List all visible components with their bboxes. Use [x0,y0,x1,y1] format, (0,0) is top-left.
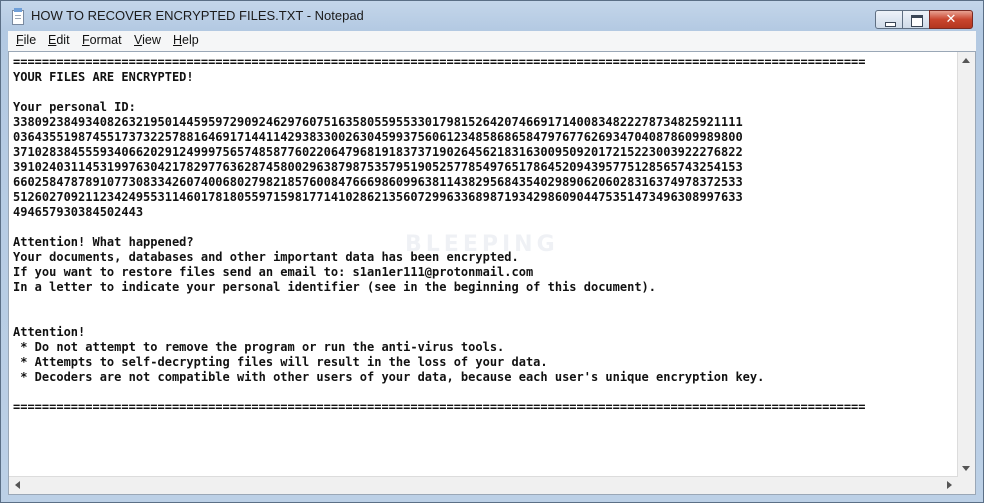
menu-format[interactable]: Format [82,33,122,47]
document-text: ========================================… [13,55,957,415]
text-line: YOUR FILES ARE ENCRYPTED! [13,70,194,84]
notepad-window: HOW TO RECOVER ENCRYPTED FILES.TXT - Not… [0,0,984,503]
minimize-icon [885,22,896,27]
text-line: Your personal ID: [13,100,136,114]
text-line: Attention! What happened? [13,235,194,249]
scroll-left-arrow-icon[interactable] [15,481,20,489]
text-editor[interactable]: ========================================… [8,51,976,495]
maximize-icon [911,15,923,27]
text-line: Your documents, databases and other impo… [13,250,519,264]
text-line: 0364355198745517373225788164691714411429… [13,130,743,144]
scrollbar-corner [958,477,975,494]
notepad-icon[interactable] [12,8,24,25]
close-button[interactable]: ✕ [929,10,973,29]
maximize-button[interactable] [902,10,930,29]
text-line: 3380923849340826321950144595972909246297… [13,115,743,129]
text-line: 5126027092112342495531146017818055971598… [13,190,743,204]
text-line: * Do not attempt to remove the program o… [13,340,505,354]
text-line: Attention! [13,325,86,339]
text-line: 3710283845559340662029124999756574858776… [13,145,743,159]
text-line: 3910240311453199763042178297763628745800… [13,160,743,174]
text-line: In a letter to indicate your personal id… [13,280,656,294]
close-icon: ✕ [945,12,957,27]
text-line: 6602584787891077308334260740068027982185… [13,175,743,189]
scroll-down-arrow-icon[interactable] [962,466,970,471]
text-line: 494657930384502443 [13,205,144,219]
title-bar[interactable]: HOW TO RECOVER ENCRYPTED FILES.TXT - Not… [1,1,983,31]
text-line: ========================================… [13,55,866,69]
menu-edit[interactable]: Edit [48,33,70,47]
scroll-right-arrow-icon[interactable] [947,481,952,489]
menu-view[interactable]: View [134,33,161,47]
horizontal-scrollbar[interactable] [9,476,958,494]
minimize-button[interactable] [875,10,903,29]
text-line: ========================================… [13,400,866,414]
vertical-scrollbar[interactable] [957,52,975,477]
window-title: HOW TO RECOVER ENCRYPTED FILES.TXT - Not… [31,8,364,23]
menu-file[interactable]: File [16,33,36,47]
text-line: If you want to restore files send an ema… [13,265,534,279]
document-text-area[interactable]: ========================================… [13,55,957,476]
caption-buttons: ✕ [875,10,973,29]
scroll-up-arrow-icon[interactable] [962,58,970,63]
text-line: * Decoders are not compatible with other… [13,370,765,384]
menu-bar: File Edit Format View Help [8,31,976,51]
menu-help[interactable]: Help [173,33,199,47]
text-line: * Attempts to self-decrypting files will… [13,355,548,369]
